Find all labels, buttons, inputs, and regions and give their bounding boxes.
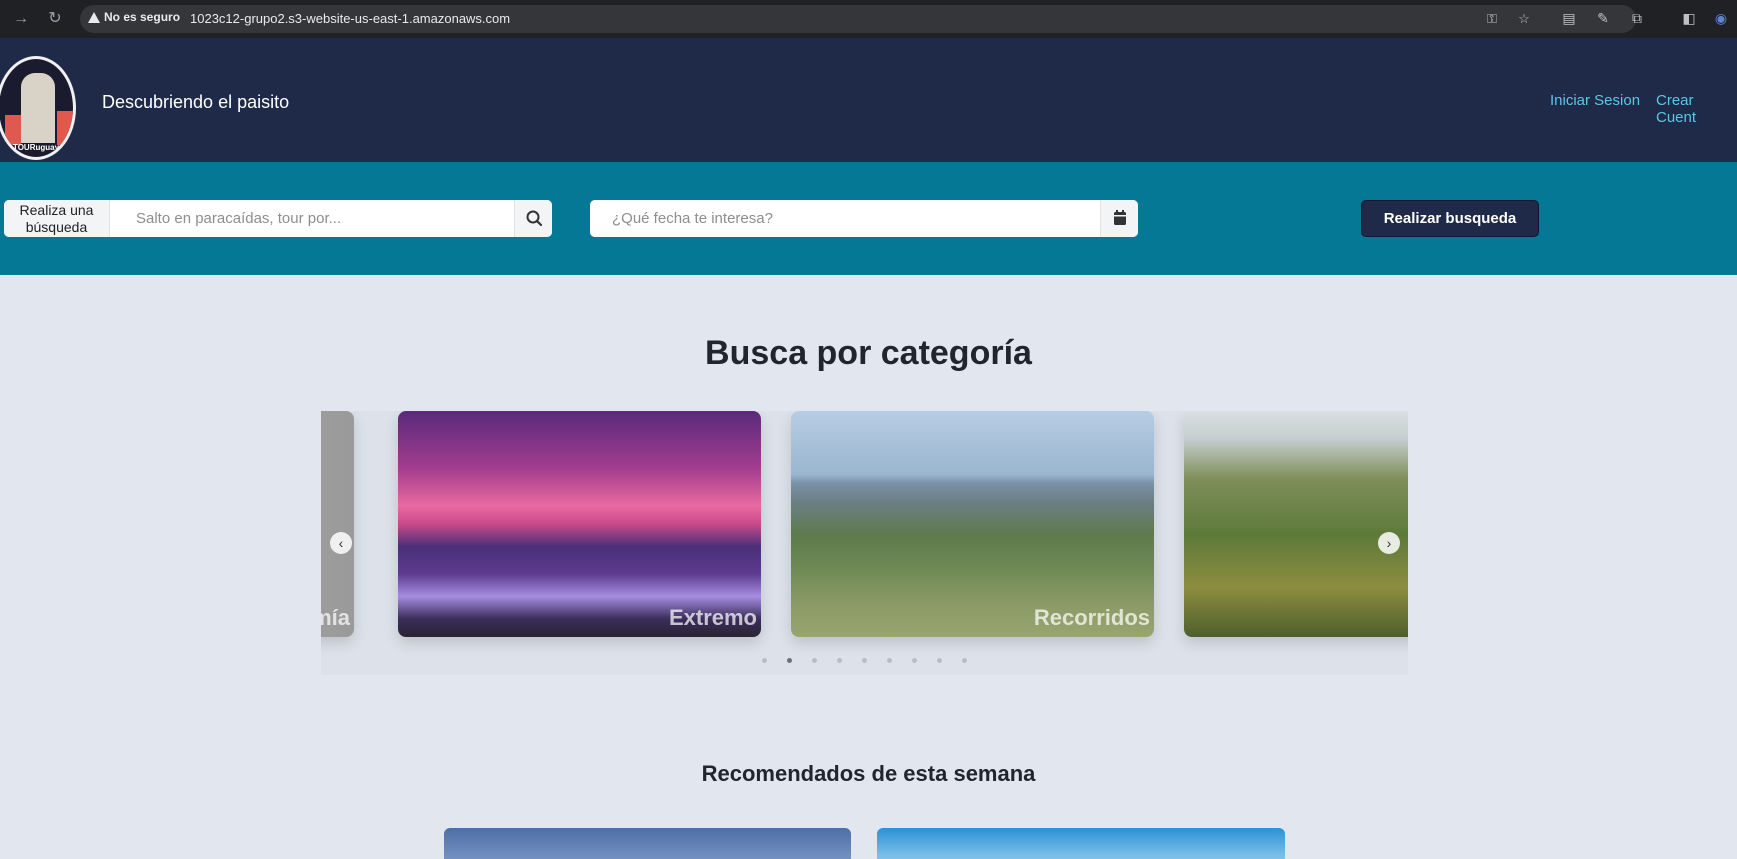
recommended-card[interactable] (444, 828, 851, 859)
cast-icon[interactable]: ▤ (1560, 9, 1578, 27)
url-text[interactable]: 1023c12-grupo2.s3-website-us-east-1.amaz… (190, 11, 510, 26)
forward-icon[interactable]: → (10, 8, 32, 30)
date-group (590, 200, 1138, 237)
security-indicator[interactable]: No es seguro (88, 10, 180, 24)
security-label: No es seguro (104, 10, 181, 24)
category-card[interactable] (1184, 411, 1408, 637)
search-label: Realiza una búsqueda (4, 200, 110, 237)
reload-icon[interactable]: ↻ (44, 8, 66, 30)
search-icon (526, 210, 543, 227)
category-label: Recorridos (1033, 605, 1150, 630)
category-carousel: omía Extremo Recorridos ‹ › (321, 411, 1408, 675)
logo-building-right (57, 111, 73, 145)
pen-icon[interactable]: ✎ (1594, 9, 1612, 27)
carousel-dot[interactable] (887, 658, 892, 663)
calendar-button[interactable] (1100, 200, 1138, 237)
search-icon-button[interactable] (514, 200, 552, 237)
sidepanel-icon[interactable]: ◧ (1680, 9, 1698, 27)
recommended-title: Recomendados de esta semana (701, 761, 1036, 786)
category-label: omía (321, 605, 350, 630)
site-title: Descubriendo el paisito (102, 92, 290, 112)
carousel-prev-icon[interactable]: ‹ (330, 532, 352, 554)
extensions-icon[interactable]: ⧉ (1628, 9, 1646, 27)
key-icon[interactable]: ⚿ (1484, 11, 1500, 27)
search-bar: Realiza una búsqueda Realizar busqueda (0, 162, 1737, 275)
carousel-dot[interactable] (937, 658, 942, 663)
carousel-dot[interactable] (787, 658, 792, 663)
category-card[interactable]: omía (321, 411, 354, 637)
address-bar[interactable]: No es seguro 1023c12-grupo2.s3-website-u… (80, 5, 1636, 33)
category-card-extremo[interactable]: Extremo (398, 411, 761, 637)
categories-title: Busca por categoría (705, 334, 1032, 372)
browser-toolbar: → ↻ No es seguro 1023c12-grupo2.s3-websi… (0, 0, 1737, 38)
warning-icon (88, 11, 100, 23)
carousel-dot[interactable] (912, 658, 917, 663)
carousel-next-icon[interactable]: › (1378, 532, 1400, 554)
login-link[interactable]: Iniciar Sesion (1550, 92, 1640, 109)
carousel-dot[interactable] (962, 658, 967, 663)
tour-uruguay-logo[interactable]: TOURuguay (0, 46, 76, 160)
star-icon[interactable]: ☆ (1516, 11, 1532, 27)
carousel-dots (321, 658, 1408, 663)
search-input[interactable] (110, 200, 518, 237)
signup-link[interactable]: Crear Cuent (1656, 92, 1737, 126)
search-group: Realiza una búsqueda (4, 200, 552, 237)
category-label: Extremo (668, 605, 757, 630)
calendar-icon (1114, 210, 1126, 225)
carousel-dot[interactable] (862, 658, 867, 663)
logo-building (21, 73, 55, 143)
date-input[interactable] (590, 200, 1100, 237)
search-submit-button[interactable]: Realizar busqueda (1361, 200, 1539, 237)
carousel-dot[interactable] (812, 658, 817, 663)
carousel-dot[interactable] (762, 658, 767, 663)
recommended-card[interactable] (877, 828, 1285, 859)
logo-text: TOURuguay (12, 143, 60, 152)
carousel-dot[interactable] (837, 658, 842, 663)
profile-icon[interactable]: ◉ (1712, 9, 1730, 27)
logo-building-left (5, 115, 21, 145)
category-card-recorridos[interactable]: Recorridos (791, 411, 1154, 637)
logo-badge: TOURuguay (0, 56, 76, 160)
